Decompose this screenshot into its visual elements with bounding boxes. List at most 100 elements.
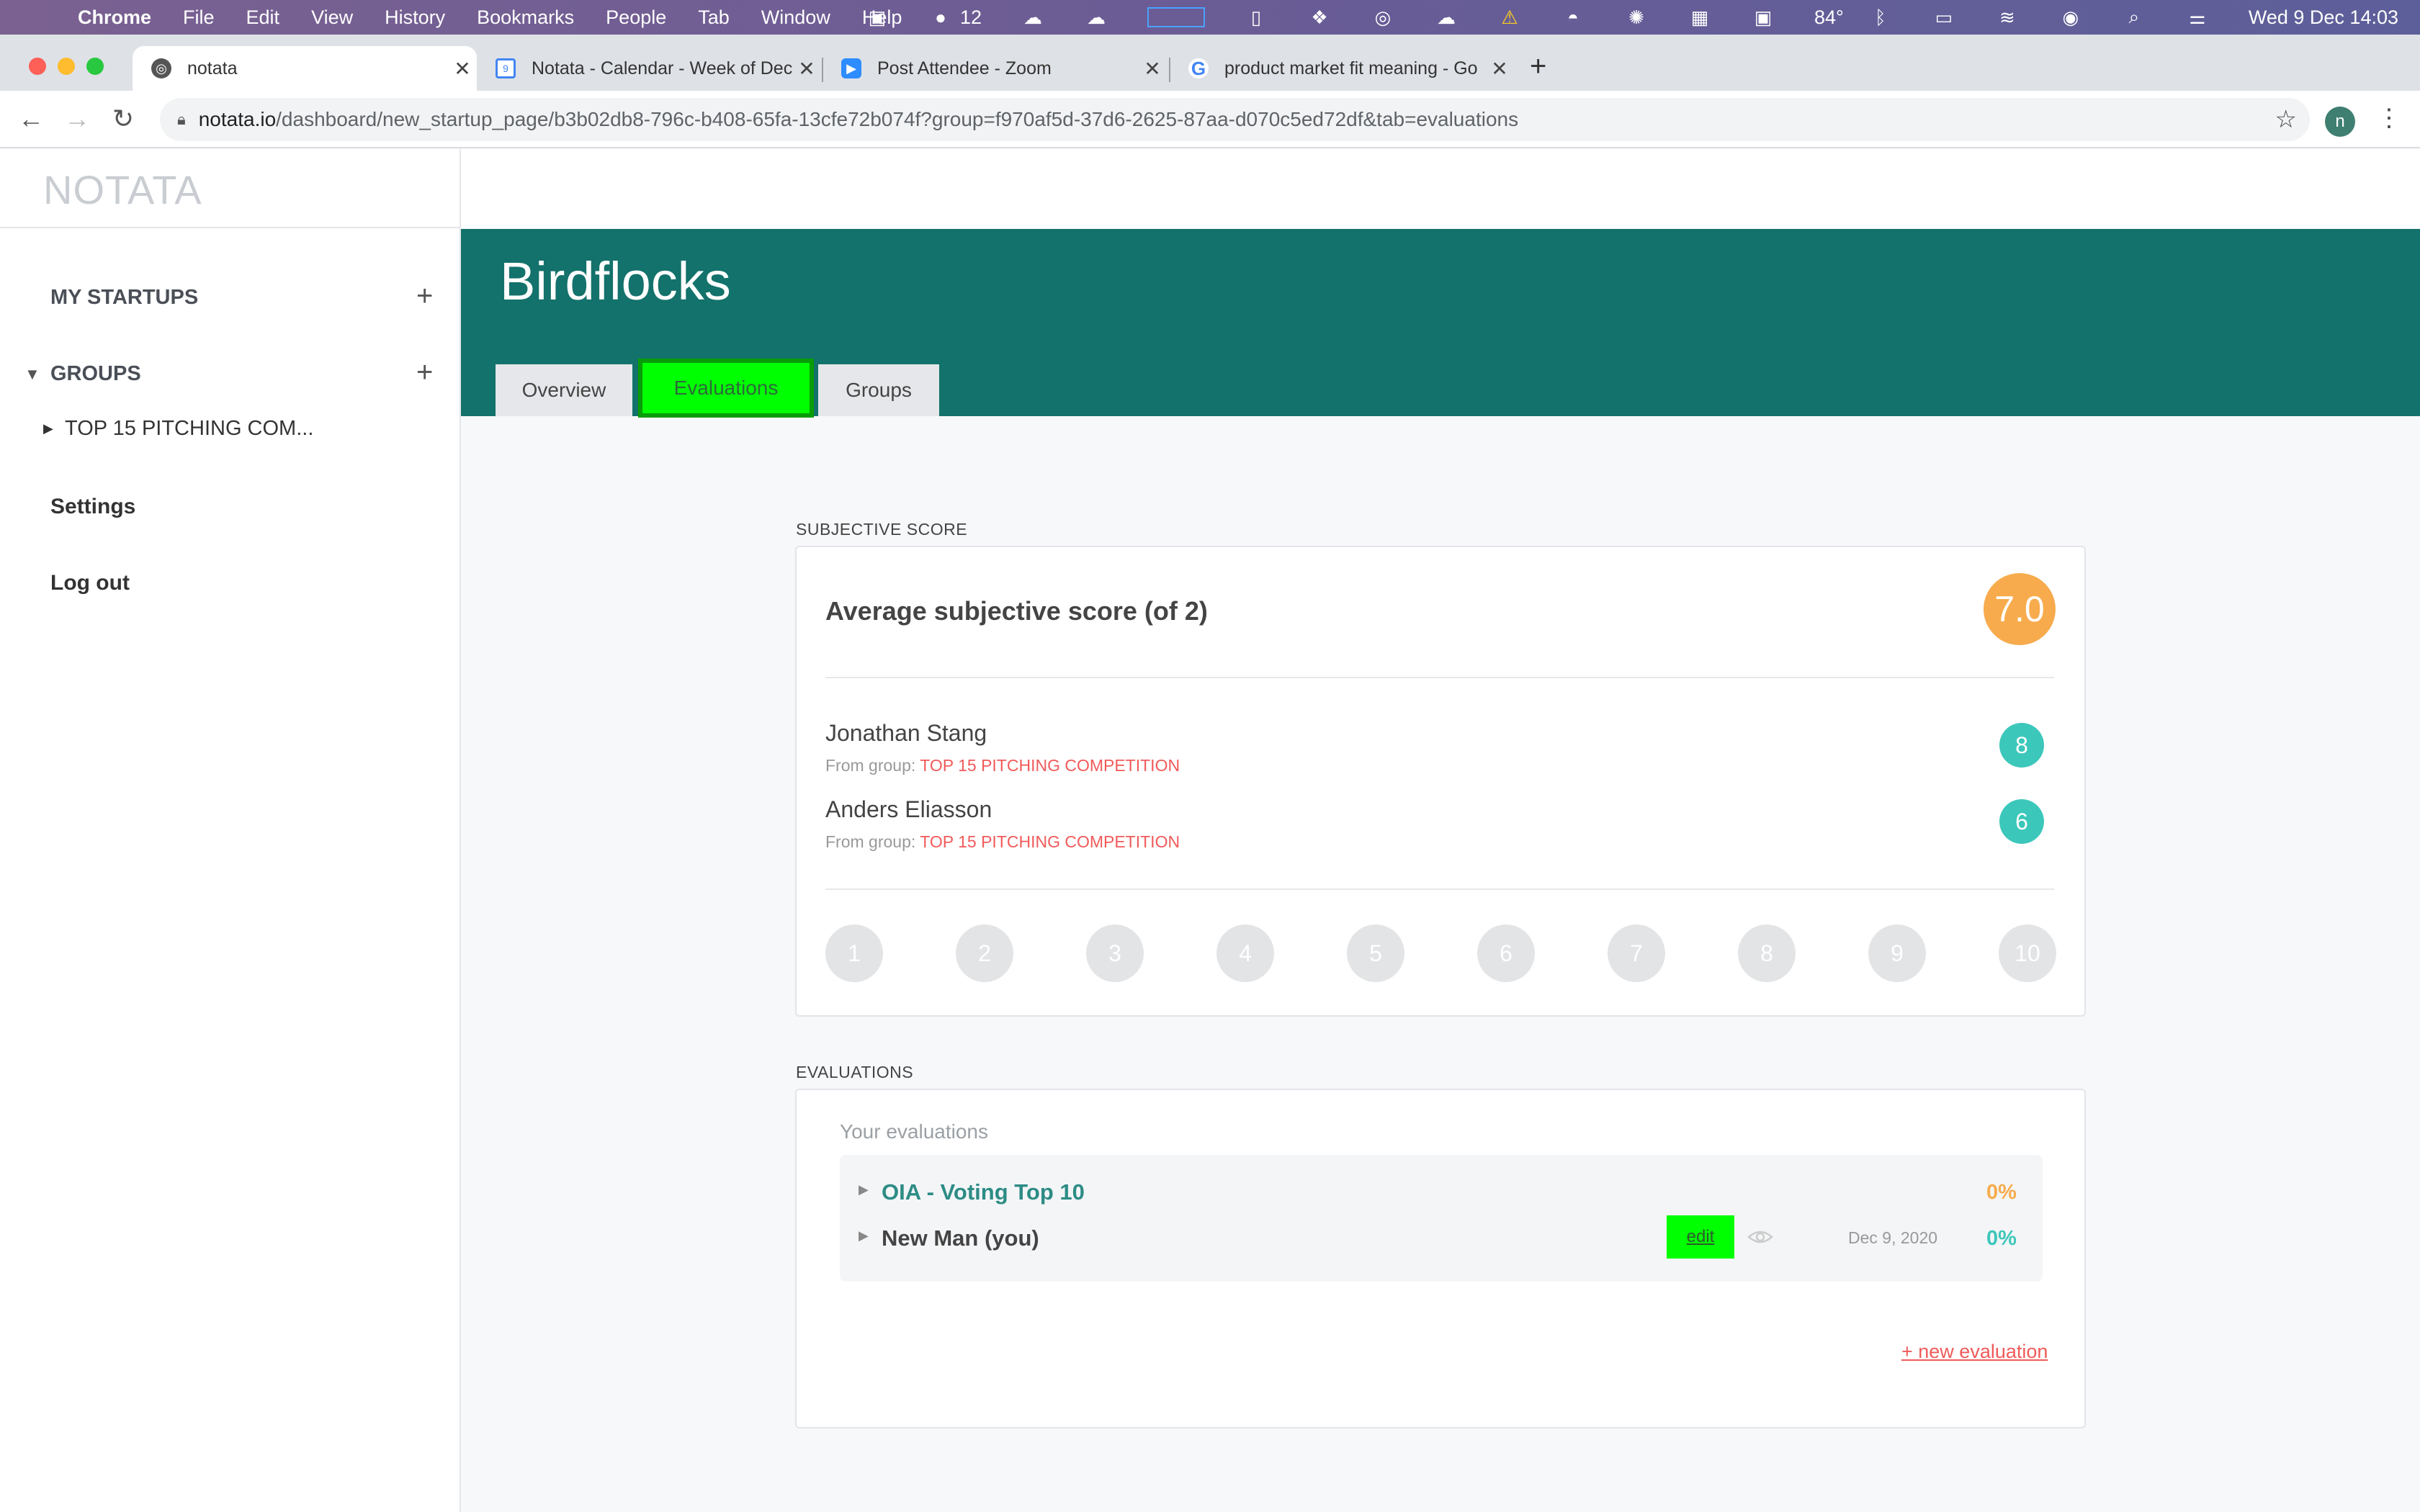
reload-icon[interactable]: ↻ <box>105 101 141 137</box>
close-tab-icon[interactable]: ✕ <box>1485 57 1514 81</box>
expand-caret-icon[interactable]: ▶ <box>859 1182 869 1197</box>
sidebar-groups[interactable]: GROUPS <box>50 362 141 386</box>
battery-icon[interactable]: ▭ <box>1932 6 1956 28</box>
new-evaluation-link[interactable]: + new evaluation <box>1901 1341 2048 1363</box>
maximize-window-button[interactable] <box>86 58 104 75</box>
subjective-score-card: Average subjective score (of 2) 7.0 Jona… <box>795 546 2086 1017</box>
dropbox-icon[interactable]: ❖ <box>1307 6 1332 28</box>
evaluator-score: 8 <box>1999 723 2044 768</box>
scale-option-8[interactable]: 8 <box>1738 924 1796 982</box>
cloud-upload-icon[interactable]: ☁ <box>1021 6 1045 28</box>
scale-option-2[interactable]: 2 <box>956 924 1013 982</box>
battery-stat-icon[interactable]: ▯ <box>1244 6 1268 28</box>
tab-groups[interactable]: Groups <box>818 364 939 416</box>
evaluation-row[interactable]: ▶ OIA - Voting Top 10 0% <box>840 1169 2043 1215</box>
bookmark-star-icon[interactable]: ☆ <box>2275 105 2297 134</box>
menu-window[interactable]: Window <box>761 6 830 29</box>
address-bar[interactable]: 🔒︎ notata.io/dashboard/new_startup_page/… <box>160 98 2310 141</box>
bluetooth-icon[interactable]: ᛒ <box>1868 6 1893 28</box>
group-prefix: From group: <box>825 756 920 775</box>
menubar-clock[interactable]: Wed 9 Dec 14:03 <box>2249 6 2398 29</box>
close-tab-icon[interactable]: ✕ <box>792 57 821 81</box>
sidebar-settings[interactable]: Settings <box>50 495 135 519</box>
edit-evaluation-button[interactable]: edit <box>1667 1215 1734 1259</box>
browser-toolbar: ← → ↻ 🔒︎ notata.io/dashboard/new_startup… <box>0 91 2420 148</box>
scale-option-3[interactable]: 3 <box>1086 924 1144 982</box>
evaluation-title[interactable]: New Man (you) <box>882 1225 1039 1251</box>
lock-icon[interactable]: 🔒︎ <box>177 110 186 129</box>
group-expand-icon[interactable]: ▶ <box>43 421 53 436</box>
browser-tab-zoom[interactable]: ▶ Post Attendee - Zoom ✕ <box>823 46 1167 91</box>
browser-tab-strip: ◎ notata ✕ 9 Notata - Calendar - Week of… <box>0 35 2420 91</box>
url-text[interactable]: notata.io/dashboard/new_startup_page/b3b… <box>199 108 1518 131</box>
cloud-upload-icon-2[interactable]: ☁ <box>1084 6 1108 28</box>
browser-tab-google[interactable]: G product market fit meaning - Go ✕ <box>1170 46 1514 91</box>
evaluation-row[interactable]: ▶ New Man (you) edit Dec 9, 2020 0% <box>840 1215 2043 1261</box>
expand-caret-icon[interactable]: ▶ <box>859 1228 869 1243</box>
scale-option-7[interactable]: 7 <box>1608 924 1665 982</box>
scale-option-9[interactable]: 9 <box>1868 924 1926 982</box>
add-group-button[interactable]: + <box>416 356 433 389</box>
back-icon[interactable]: ← <box>13 101 49 137</box>
scale-option-6[interactable]: 6 <box>1477 924 1535 982</box>
temperature[interactable]: 84° <box>1814 6 1844 29</box>
menu-people[interactable]: People <box>606 6 666 29</box>
evaluation-title[interactable]: OIA - Voting Top 10 <box>882 1179 1085 1205</box>
close-tab-icon[interactable]: ✕ <box>448 57 477 81</box>
menu-app-chrome[interactable]: Chrome <box>78 6 151 29</box>
chrome-menu-icon[interactable]: ⋮ <box>2377 104 2401 132</box>
browser-tab-calendar[interactable]: 9 Notata - Calendar - Week of Dec ✕ <box>477 46 821 91</box>
add-startup-button[interactable]: + <box>416 280 433 312</box>
menu-bookmarks[interactable]: Bookmarks <box>477 6 574 29</box>
sidebar-my-startups[interactable]: MY STARTUPS <box>50 286 198 310</box>
menu-history[interactable]: History <box>385 6 445 29</box>
group-link[interactable]: TOP 15 PITCHING COMPETITION <box>920 756 1180 775</box>
zoom-icon[interactable]: ▣ <box>865 6 889 28</box>
menu-file[interactable]: File <box>183 6 215 29</box>
groups-collapse-icon[interactable]: ▼ <box>24 365 40 384</box>
eye-icon[interactable] <box>1746 1223 1775 1251</box>
evaluator-group: From group: TOP 15 PITCHING COMPETITION <box>825 832 1180 852</box>
scale-option-10[interactable]: 10 <box>1999 924 2056 982</box>
forward-icon[interactable]: → <box>59 101 95 137</box>
menu-tab[interactable]: Tab <box>698 6 730 29</box>
your-evaluations-label: Your evaluations <box>840 1120 989 1143</box>
layout-icon[interactable]: ▦ <box>1688 6 1712 28</box>
evaluator-group: From group: TOP 15 PITCHING COMPETITION <box>825 756 1180 775</box>
menu-edit[interactable]: Edit <box>246 6 280 29</box>
creative-cloud-icon[interactable]: ◎ <box>1371 6 1395 28</box>
sidebar-divider <box>0 227 461 228</box>
control-center-icon[interactable]: ⚌ <box>2185 6 2210 28</box>
average-score-badge: 7.0 <box>1984 573 2056 645</box>
sidebar-logout[interactable]: Log out <box>50 571 130 595</box>
group-link[interactable]: TOP 15 PITCHING COMPETITION <box>920 832 1180 851</box>
bookmark-app-icon[interactable]: ▣ <box>1751 6 1775 28</box>
close-window-button[interactable] <box>29 58 46 75</box>
clock-badge-icon[interactable]: ● <box>928 6 953 28</box>
profile-avatar[interactable]: n <box>2325 107 2355 137</box>
tab-overview[interactable]: Overview <box>496 364 632 416</box>
score-scale: 1 2 3 4 5 6 7 8 9 10 <box>825 924 2057 982</box>
notata-logo[interactable]: NOTATA <box>43 166 202 213</box>
cloud-icon[interactable]: ☁ <box>1434 6 1458 28</box>
tab-evaluations[interactable]: Evaluations <box>638 359 814 418</box>
warning-icon[interactable]: ⚠ <box>1497 6 1522 28</box>
scale-option-1[interactable]: 1 <box>825 924 883 982</box>
wifi-icon[interactable]: ≋ <box>1995 6 2020 28</box>
minimize-window-button[interactable] <box>58 58 75 75</box>
new-tab-button[interactable]: + <box>1530 50 1546 83</box>
hat-icon[interactable]: ◓ <box>1561 6 1585 28</box>
spotlight-search-icon[interactable]: ⌕ <box>2122 6 2146 27</box>
menu-view[interactable]: View <box>311 6 353 29</box>
google-icon: G <box>1188 58 1209 79</box>
brain-icon[interactable]: ✺ <box>1624 6 1649 28</box>
tab-title: Notata - Calendar - Week of Dec <box>532 58 792 78</box>
sidebar-group-item[interactable]: TOP 15 PITCHING COM... <box>65 417 313 441</box>
user-icon[interactable]: ◉ <box>2058 6 2083 28</box>
meter-icon[interactable] <box>1147 7 1206 27</box>
mac-menu-bar: Chrome File Edit View History Bookmarks … <box>0 0 2420 35</box>
scale-option-4[interactable]: 4 <box>1216 924 1274 982</box>
browser-tab-notata[interactable]: ◎ notata ✕ <box>133 46 477 91</box>
scale-option-5[interactable]: 5 <box>1347 924 1404 982</box>
close-tab-icon[interactable]: ✕ <box>1138 57 1167 81</box>
